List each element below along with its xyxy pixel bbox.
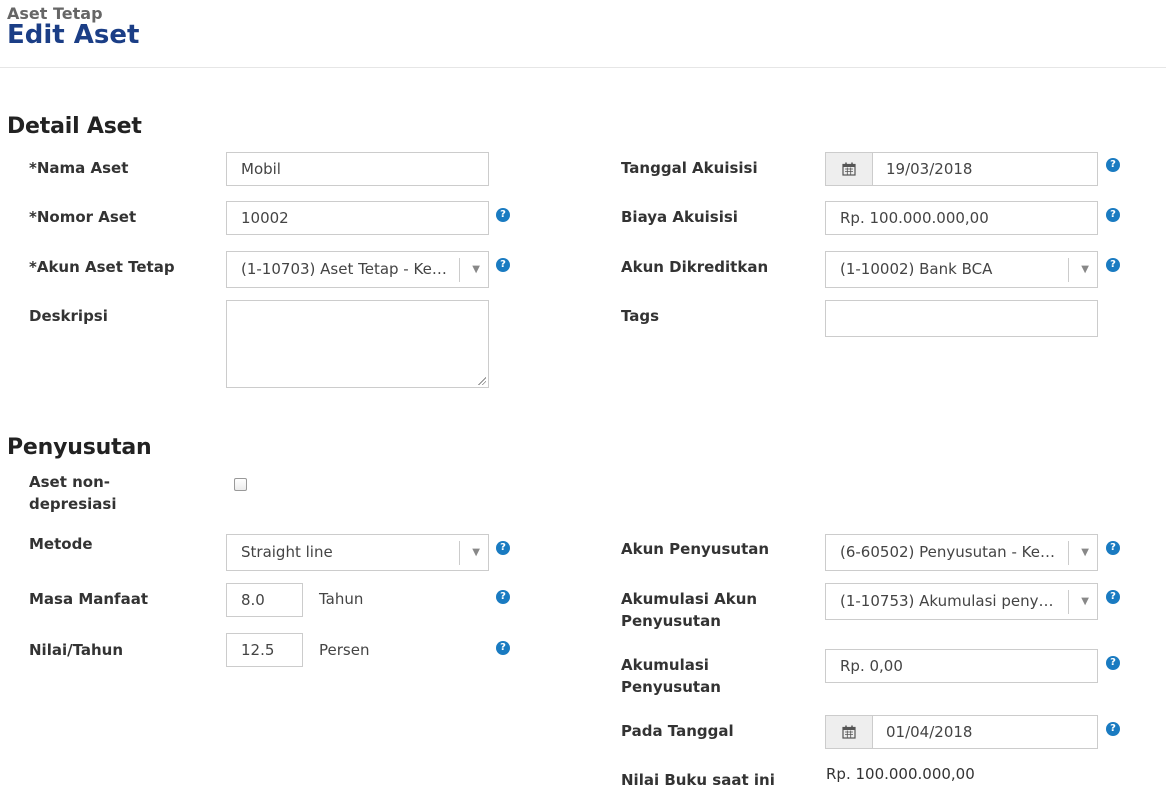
masa-manfaat-unit: Tahun	[319, 590, 364, 608]
deskripsi-textarea[interactable]	[226, 300, 489, 388]
akun-penyusutan-value: (6-60502) Penyusutan - Kendaraan	[840, 543, 1057, 561]
biaya-akuisisi-label: Biaya Akuisisi	[621, 208, 738, 226]
pada-tanggal-value: 01/04/2018	[886, 723, 973, 741]
select-separator	[1068, 258, 1069, 282]
question-circle-icon[interactable]: ?	[496, 541, 510, 555]
question-circle-icon[interactable]: ?	[1106, 722, 1120, 736]
pada-tanggal-datepicker[interactable]: 01/04/2018	[825, 715, 1098, 749]
calendar-icon[interactable]	[826, 716, 873, 748]
tags-input[interactable]	[825, 300, 1098, 337]
caret-down-icon: ▼	[1081, 596, 1089, 607]
akumulasi-penyusutan-label: Akumulasi Penyusutan	[621, 654, 721, 698]
akun-dikreditkan-label: Akun Dikreditkan	[621, 258, 769, 276]
akun-penyusutan-select[interactable]: (6-60502) Penyusutan - Kendaraan ▼	[825, 534, 1098, 571]
masa-manfaat-label: Masa Manfaat	[29, 590, 148, 608]
metode-value: Straight line	[241, 543, 333, 561]
akun-aset-tetap-select[interactable]: (1-10703) Aset Tetap - Kendaraan ▼	[226, 251, 489, 288]
nilai-tahun-label: Nilai/Tahun	[29, 641, 124, 659]
select-separator	[1068, 590, 1069, 614]
pada-tanggal-label: Pada Tanggal	[621, 722, 734, 740]
akumulasi-penyusutan-label-line1: Akumulasi	[621, 656, 709, 674]
nilai-tahun-input[interactable]: 12.5	[226, 633, 303, 667]
question-circle-icon[interactable]: ?	[1106, 258, 1120, 272]
metode-select[interactable]: Straight line ▼	[226, 534, 489, 571]
akumulasi-akun-label: Akumulasi Akun Penyusutan	[621, 588, 757, 632]
section-title-detail-aset: Detail Aset	[7, 114, 142, 139]
nama-aset-input[interactable]: Mobil	[226, 152, 489, 186]
tanggal-akuisisi-datepicker[interactable]: 19/03/2018	[825, 152, 1098, 186]
nomor-aset-input[interactable]: 10002	[226, 201, 489, 235]
caret-down-icon: ▼	[1081, 264, 1089, 275]
non-depresiasi-checkbox[interactable]	[234, 478, 247, 491]
akun-dikreditkan-select[interactable]: (1-10002) Bank BCA ▼	[825, 251, 1098, 288]
select-separator	[459, 541, 460, 565]
question-circle-icon[interactable]: ?	[496, 641, 510, 655]
akun-aset-tetap-value: (1-10703) Aset Tetap - Kendaraan	[241, 260, 448, 278]
akumulasi-akun-value: (1-10753) Akumulasi penyusutan - Kendara…	[840, 592, 1057, 610]
page-title: Edit Aset	[7, 20, 140, 50]
nomor-aset-label: *Nomor Aset	[29, 208, 137, 226]
caret-down-icon: ▼	[1081, 547, 1089, 558]
section-title-penyusutan: Penyusutan	[7, 435, 152, 460]
akumulasi-penyusutan-input[interactable]: Rp. 0,00	[825, 649, 1098, 683]
tanggal-akuisisi-label: Tanggal Akuisisi	[621, 159, 758, 177]
masa-manfaat-input[interactable]: 8.0	[226, 583, 303, 617]
tags-label: Tags	[621, 307, 660, 325]
akumulasi-penyusutan-label-line2: Penyusutan	[621, 678, 721, 696]
question-circle-icon[interactable]: ?	[1106, 158, 1120, 172]
tanggal-akuisisi-value: 19/03/2018	[886, 160, 973, 178]
question-circle-icon[interactable]: ?	[1106, 590, 1120, 604]
header-divider	[0, 67, 1166, 68]
akumulasi-akun-label-line2: Penyusutan	[621, 612, 721, 630]
question-circle-icon[interactable]: ?	[496, 208, 510, 222]
non-depresiasi-label-line1: Aset non-	[29, 473, 110, 491]
resize-handle-icon[interactable]	[478, 377, 486, 385]
metode-label: Metode	[29, 535, 93, 553]
caret-down-icon: ▼	[472, 547, 480, 558]
select-separator	[459, 258, 460, 282]
select-separator	[1068, 541, 1069, 565]
akun-penyusutan-label: Akun Penyusutan	[621, 540, 770, 558]
question-circle-icon[interactable]: ?	[1106, 208, 1120, 222]
akumulasi-akun-label-line1: Akumulasi Akun	[621, 590, 758, 608]
question-circle-icon[interactable]: ?	[496, 590, 510, 604]
nilai-buku-value: Rp. 100.000.000,00	[826, 765, 975, 783]
calendar-icon[interactable]	[826, 153, 873, 185]
akun-dikreditkan-value: (1-10002) Bank BCA	[840, 260, 993, 278]
biaya-akuisisi-input[interactable]: Rp. 100.000.000,00	[825, 201, 1098, 235]
non-depresiasi-label: Aset non- depresiasi	[29, 471, 116, 515]
nama-aset-label: *Nama Aset	[29, 159, 129, 177]
nilai-buku-label: Nilai Buku saat ini	[621, 771, 775, 789]
question-circle-icon[interactable]: ?	[1106, 656, 1120, 670]
question-circle-icon[interactable]: ?	[1106, 541, 1120, 555]
deskripsi-label: Deskripsi	[29, 307, 108, 325]
akun-aset-tetap-label: *Akun Aset Tetap	[29, 258, 175, 276]
caret-down-icon: ▼	[472, 264, 480, 275]
question-circle-icon[interactable]: ?	[496, 258, 510, 272]
non-depresiasi-label-line2: depresiasi	[29, 495, 117, 513]
akumulasi-akun-select[interactable]: (1-10753) Akumulasi penyusutan - Kendara…	[825, 583, 1098, 620]
nilai-tahun-unit: Persen	[319, 641, 370, 659]
